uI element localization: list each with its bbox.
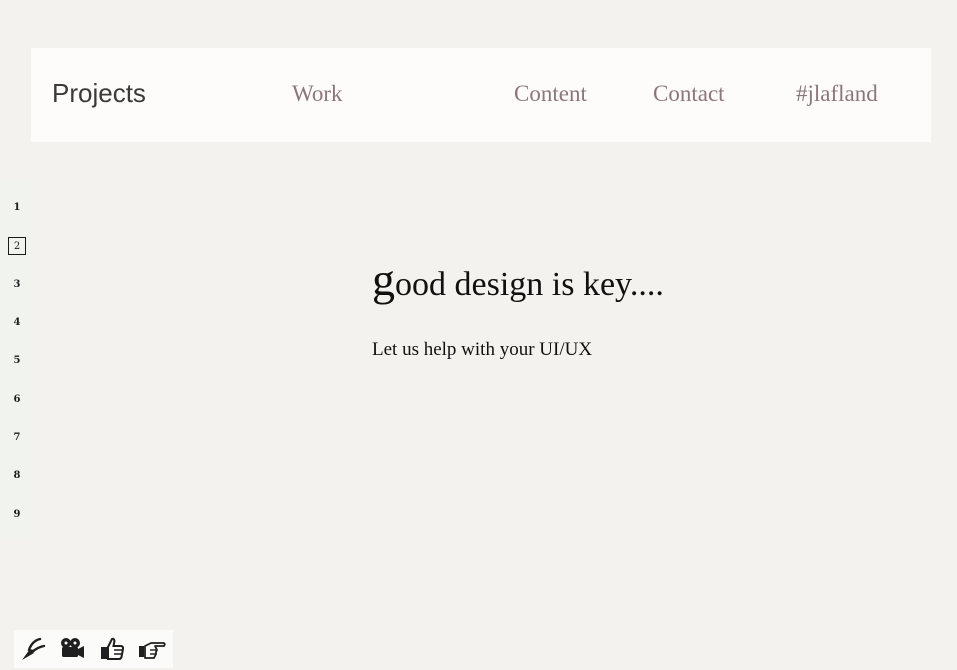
page-link-2-active[interactable]: 2 — [2, 237, 32, 255]
page-link-8[interactable]: 8 — [2, 469, 32, 483]
headline-text: ood design is key.... — [395, 266, 664, 303]
headline-initial: g — [372, 254, 395, 305]
nav-contact-link[interactable]: Contact — [653, 80, 725, 108]
page-link-1[interactable]: 1 — [2, 201, 32, 215]
brand-projects-link[interactable]: Projects — [52, 77, 146, 109]
page-link-3[interactable]: 3 — [2, 278, 32, 292]
page-link-7[interactable]: 7 — [2, 431, 32, 445]
nav-jlafland-link[interactable]: #jlafland — [796, 80, 878, 108]
page-number-sidebar: 1 2 3 4 5 6 7 8 9 — [2, 180, 32, 538]
camera-icon[interactable] — [58, 635, 86, 663]
subheadline: Let us help with your UI/UX — [372, 339, 593, 360]
top-navigation-bar: Projects Work Content Contact #jlafland — [31, 48, 931, 142]
page-link-5[interactable]: 5 — [2, 354, 32, 368]
page-link-6[interactable]: 6 — [2, 393, 32, 407]
thumbs-up-icon[interactable] — [98, 635, 126, 663]
headline: good design is key.... — [372, 257, 664, 307]
nav-work-link[interactable]: Work — [292, 80, 343, 108]
page-link-4[interactable]: 4 — [2, 316, 32, 330]
pliers-icon[interactable] — [18, 635, 46, 663]
bottom-icon-toolbar — [14, 630, 173, 668]
nav-content-link[interactable]: Content — [514, 80, 587, 108]
page-link-9[interactable]: 9 — [2, 508, 32, 522]
pointing-hand-icon[interactable] — [138, 635, 166, 663]
